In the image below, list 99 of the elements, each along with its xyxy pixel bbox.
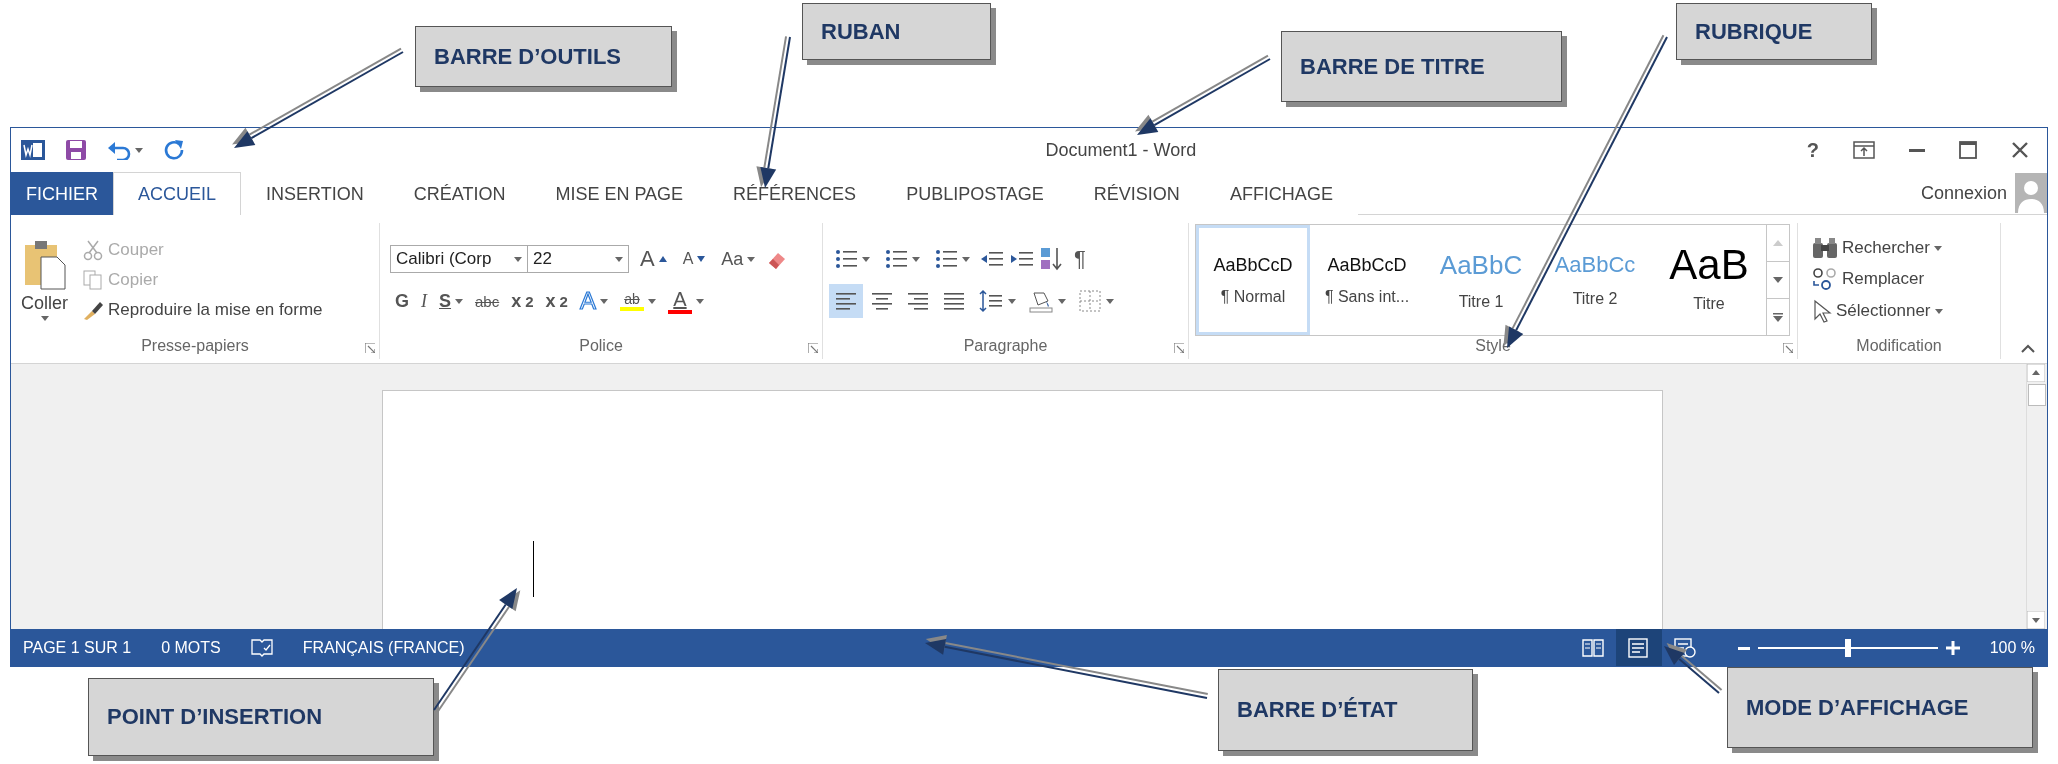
binoculars-icon (1812, 237, 1838, 259)
paste-button[interactable]: Coller (17, 223, 72, 337)
page-layout-icon (1627, 637, 1650, 658)
caret-icon (40, 316, 49, 321)
format-button[interactable]: A (635, 244, 672, 274)
caret-icon (1058, 298, 1066, 304)
paintbrush-icon (82, 299, 104, 321)
caret-icon (1934, 308, 1943, 314)
scroll-thumb[interactable] (2028, 384, 2046, 406)
word-app-icon (21, 138, 45, 162)
style-item[interactable]: AaBbCc Titre 2 (1538, 225, 1652, 335)
caret-icon (862, 256, 870, 262)
scroll-up-icon (2027, 364, 2045, 382)
caret-icon (514, 256, 522, 262)
bullets-icon (834, 247, 858, 271)
group-label: Presse-papiers (141, 337, 249, 356)
multilevel-list-icon (934, 247, 958, 271)
group-label: Paragraphe (963, 337, 1048, 356)
close-icon (2011, 141, 2029, 159)
caret-icon (747, 256, 756, 262)
borders-icon (1078, 289, 1102, 313)
view-mode-button[interactable] (1615, 629, 1662, 666)
font-name-field[interactable]: Calibri (Corp (390, 245, 528, 273)
book-icon (1581, 637, 1604, 658)
caret-icon (912, 256, 920, 262)
clipboard-icon (22, 239, 67, 291)
numbering-icon (884, 247, 908, 271)
caret-icon (1106, 298, 1114, 304)
font-color-button[interactable]: A (662, 286, 709, 316)
caret-icon (615, 256, 623, 262)
replace-icon (1812, 267, 1838, 291)
caret-icon (455, 298, 464, 304)
dialog-launcher-icon (1783, 343, 1793, 353)
style-item[interactable]: AaB Titre (1652, 225, 1766, 335)
group-label: Police (579, 337, 623, 356)
sort-icon (1039, 246, 1065, 272)
clipboard-action[interactable]: Reproduire la mise en forme (78, 297, 327, 323)
editing-button[interactable]: Sélectionner (1808, 297, 1990, 325)
caret-icon (135, 147, 143, 153)
word-count[interactable]: 0 MOTS (161, 638, 221, 657)
callout-arrow (1664, 642, 1723, 694)
text-cursor (533, 541, 534, 597)
format-button[interactable]: I (416, 288, 432, 314)
format-button[interactable]: Aa (716, 246, 761, 272)
dialog-launcher-icon (1174, 343, 1184, 353)
down-triangle-icon (697, 256, 706, 262)
style-item[interactable]: AaBbC Titre 1 (1424, 225, 1538, 335)
page-count[interactable]: PAGE 1 SUR 1 (23, 638, 132, 657)
style-item[interactable]: AaBbCcD ¶ Sans int... (1310, 225, 1424, 335)
dialog-launcher-icon (808, 343, 818, 353)
minimize-icon (1909, 148, 1925, 152)
ribbon-display-icon (1853, 141, 1875, 159)
style-item[interactable]: AaBbCcD ¶ Normal (1196, 225, 1310, 335)
redo-icon (163, 139, 185, 161)
web-layout-icon (1673, 637, 1696, 658)
paint-bucket-icon (1028, 289, 1054, 313)
dialog-launcher-icon (365, 343, 375, 353)
gallery-more-icon (1773, 312, 1783, 322)
scroll-down-icon (1773, 277, 1783, 283)
window-title: Document1 - Word (1044, 139, 1198, 161)
slider-thumb[interactable] (1844, 638, 1851, 657)
caret-icon (1008, 298, 1016, 304)
editing-button[interactable]: Rechercher (1808, 235, 1990, 261)
zoom-level[interactable]: 100 % (1989, 638, 2035, 657)
caret-icon (599, 298, 608, 304)
format-button[interactable]: G (390, 288, 414, 314)
group-label: Style (1475, 337, 1511, 356)
collapse-ribbon-icon (2021, 344, 2035, 353)
ribbon-tab[interactable]: FICHIER (11, 172, 113, 215)
sign-in-link[interactable]: Connexion (1920, 182, 2007, 204)
pilcrow-button[interactable]: ¶ (1069, 244, 1091, 274)
vertical-scrollbar[interactable] (2026, 364, 2047, 629)
editing-button[interactable]: Remplacer (1808, 265, 1990, 293)
highlight-button[interactable]: ab (614, 289, 661, 313)
copy-icon (82, 269, 104, 291)
undo-icon (107, 140, 131, 160)
scissors-icon (82, 239, 104, 261)
caret-icon (1933, 245, 1942, 251)
caret-icon (695, 298, 704, 304)
save-icon (65, 139, 87, 161)
zoom-in-icon (1945, 640, 1960, 655)
up-triangle-icon (658, 256, 667, 262)
format-button[interactable]: S (434, 288, 469, 314)
cursor-icon (1812, 299, 1832, 323)
font-size-field[interactable]: 22 (527, 245, 629, 273)
help-button[interactable]: ? (1806, 138, 1819, 162)
scroll-down-icon (2027, 611, 2045, 629)
caret-icon (962, 256, 970, 262)
line-spacing-icon (978, 289, 1004, 313)
format-button[interactable]: abc (470, 290, 505, 312)
group-label: Modification (1856, 337, 1942, 356)
caret-icon (647, 298, 656, 304)
scroll-up-icon (1773, 240, 1783, 246)
maximize-icon (1959, 141, 1977, 159)
ribbon-tab[interactable]: ACCUEIL (113, 172, 242, 215)
align-left-button[interactable] (829, 284, 863, 318)
format-button[interactable]: A (677, 248, 711, 270)
proofing-book-icon (250, 637, 273, 658)
language-indicator[interactable]: FRANÇAIS (FRANCE) (302, 638, 465, 657)
